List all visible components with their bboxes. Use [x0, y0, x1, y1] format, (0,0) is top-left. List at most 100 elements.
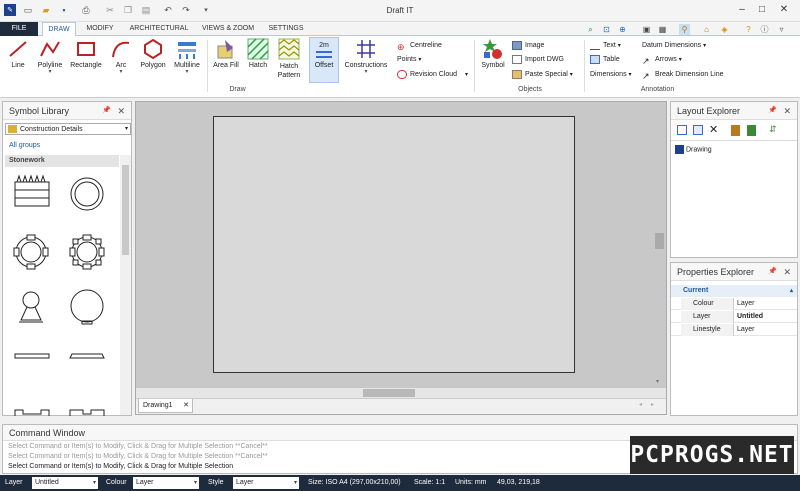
symbol-ring-1[interactable]: [70, 177, 104, 211]
multiline-dropdown-icon[interactable]: ▾: [172, 69, 202, 75]
chevron-down-icon[interactable]: ▾: [294, 477, 297, 489]
paste-special-button[interactable]: Paste Special ▾: [512, 69, 573, 81]
category-select[interactable]: Construction Details ▾: [5, 123, 131, 135]
property-row[interactable]: Linestyle Layer: [671, 324, 797, 336]
pan-icon[interactable]: ▣: [641, 24, 652, 35]
minimize-button[interactable]: –: [735, 3, 749, 17]
symbol-button[interactable]: Symbol: [478, 38, 508, 69]
constructions-button[interactable]: Constructions ▾: [342, 38, 390, 75]
scroll-down-icon[interactable]: ▾: [656, 378, 659, 385]
polyline-button[interactable]: Polyline ▾: [35, 38, 65, 75]
zoom-in-icon[interactable]: ⊕: [617, 24, 628, 35]
properties-icon[interactable]: [731, 125, 740, 136]
close-icon[interactable]: ✕: [117, 102, 125, 120]
delete-icon[interactable]: ✕: [709, 123, 718, 136]
line-button[interactable]: Line: [4, 38, 32, 69]
collapse-icon[interactable]: ▴: [790, 285, 793, 297]
move-icon[interactable]: ⇵: [769, 124, 777, 135]
arc-dropdown-icon[interactable]: ▾: [108, 69, 134, 75]
dimensions-dropdown-icon[interactable]: ▾: [629, 72, 632, 78]
pin-icon[interactable]: 📌: [102, 102, 111, 120]
hatch-pattern-button[interactable]: Hatch Pattern: [274, 38, 304, 80]
symbol-ring-2[interactable]: [13, 234, 49, 270]
datum-dimensions-dropdown-icon[interactable]: ▾: [703, 43, 706, 49]
tab-scroll-left-icon[interactable]: ◂: [639, 401, 642, 408]
zoom-window-icon[interactable]: ⊡: [601, 24, 612, 35]
tab-draw[interactable]: DRAW: [42, 22, 76, 37]
options-icon[interactable]: ▿: [776, 24, 787, 35]
property-value[interactable]: Layer: [737, 298, 755, 310]
layout-tree-item[interactable]: Drawing: [675, 145, 712, 154]
document-tab[interactable]: Drawing1 ✕: [138, 399, 193, 413]
close-icon[interactable]: ✕: [783, 102, 791, 120]
horizontal-scrollbar[interactable]: [136, 388, 666, 398]
image-button[interactable]: Image: [512, 40, 544, 52]
symbol-stonework-1[interactable]: [14, 174, 50, 207]
symbol-slab-3[interactable]: [14, 409, 50, 416]
scrollbar-thumb[interactable]: [122, 165, 129, 255]
datum-dimensions-button[interactable]: Datum Dimensions ▾: [642, 40, 706, 52]
style-select[interactable]: Layer ▾: [233, 477, 299, 489]
symbol-scrollbar[interactable]: [120, 155, 131, 415]
drawing-canvas[interactable]: ▾ Drawing1 ✕ ◂ ▸: [135, 101, 667, 415]
polygon-button[interactable]: Polygon: [138, 38, 168, 69]
arrows-dropdown-icon[interactable]: ▾: [679, 57, 682, 63]
tab-architectural[interactable]: ARCHITECTURAL: [124, 22, 194, 36]
break-dimension-line-button[interactable]: ↗ Break Dimension Line: [642, 69, 723, 81]
polyline-dropdown-icon[interactable]: ▾: [35, 69, 65, 75]
property-value[interactable]: Untitled: [737, 311, 763, 323]
text-dropdown-icon[interactable]: ▾: [618, 43, 621, 49]
paste-special-dropdown-icon[interactable]: ▾: [570, 72, 573, 78]
rectangle-button[interactable]: Rectangle: [68, 38, 104, 69]
revision-cloud-button[interactable]: Revision Cloud ▾: [397, 69, 468, 81]
tab-scroll-right-icon[interactable]: ▸: [651, 401, 654, 408]
offset-button[interactable]: 2m Offset: [309, 37, 339, 83]
maximize-button[interactable]: □: [755, 3, 769, 17]
colour-select[interactable]: Layer ▾: [133, 477, 199, 489]
centreline-button[interactable]: ⊕ Centreline: [397, 40, 442, 52]
properties-section-header[interactable]: Current ▴: [671, 285, 797, 297]
area-fill-button[interactable]: Area Fill: [210, 38, 242, 69]
hatch-button[interactable]: Hatch: [244, 38, 272, 69]
close-button[interactable]: ✕: [777, 3, 791, 17]
tab-settings[interactable]: SETTINGS: [262, 22, 310, 36]
property-value[interactable]: Layer: [737, 324, 755, 336]
close-icon[interactable]: ✕: [783, 263, 791, 281]
tab-modify[interactable]: MODIFY: [80, 22, 120, 36]
points-dropdown-icon[interactable]: ▾: [418, 57, 421, 63]
tab-file[interactable]: FILE: [0, 22, 38, 36]
chevron-down-icon[interactable]: ▾: [194, 477, 197, 489]
export-icon[interactable]: [747, 125, 756, 136]
table-button[interactable]: Table: [590, 54, 620, 66]
info-icon[interactable]: ⓘ: [759, 24, 770, 35]
vertical-scrollbar-thumb[interactable]: [655, 233, 664, 249]
layer-select[interactable]: Untitled ▾: [32, 477, 98, 489]
symbol-slab-1[interactable]: [14, 353, 50, 359]
symbol-slab-2[interactable]: [69, 353, 105, 359]
text-button[interactable]: Text ▾: [590, 40, 621, 52]
pin-icon[interactable]: 📌: [768, 263, 777, 281]
chevron-down-icon[interactable]: ▾: [125, 124, 128, 135]
property-row[interactable]: Layer Untitled: [671, 311, 797, 323]
horizontal-scrollbar-thumb[interactable]: [363, 389, 415, 397]
all-groups-link[interactable]: All groups: [9, 142, 40, 149]
command-prompt[interactable]: Select Command or Item(s) to Modify, Cli…: [8, 463, 233, 470]
lock-icon[interactable]: ⌂: [701, 24, 712, 35]
new-sheet-icon[interactable]: [677, 125, 687, 135]
symbol-bollard[interactable]: [19, 291, 43, 323]
symbol-ring-3[interactable]: [69, 234, 105, 270]
points-button[interactable]: Points ▾: [397, 54, 421, 66]
help-icon[interactable]: ?: [743, 24, 754, 35]
arrows-button[interactable]: ↗ Arrows ▾: [642, 54, 682, 66]
tab-views-zoom[interactable]: VIEWS & ZOOM: [198, 22, 258, 36]
dimensions-button[interactable]: Dimensions ▾: [590, 69, 632, 81]
symbol-sphere[interactable]: [70, 289, 104, 325]
chevron-down-icon[interactable]: ▾: [93, 477, 96, 489]
constructions-dropdown-icon[interactable]: ▾: [342, 69, 390, 75]
drawing-sheet[interactable]: [213, 116, 575, 373]
zoom-extents-icon[interactable]: ⌕: [585, 24, 596, 35]
grid-icon[interactable]: ▦: [657, 24, 668, 35]
new-layout-icon[interactable]: [693, 125, 703, 135]
layers-icon[interactable]: ◈: [719, 24, 730, 35]
multiline-button[interactable]: Multiline ▾: [172, 38, 202, 75]
